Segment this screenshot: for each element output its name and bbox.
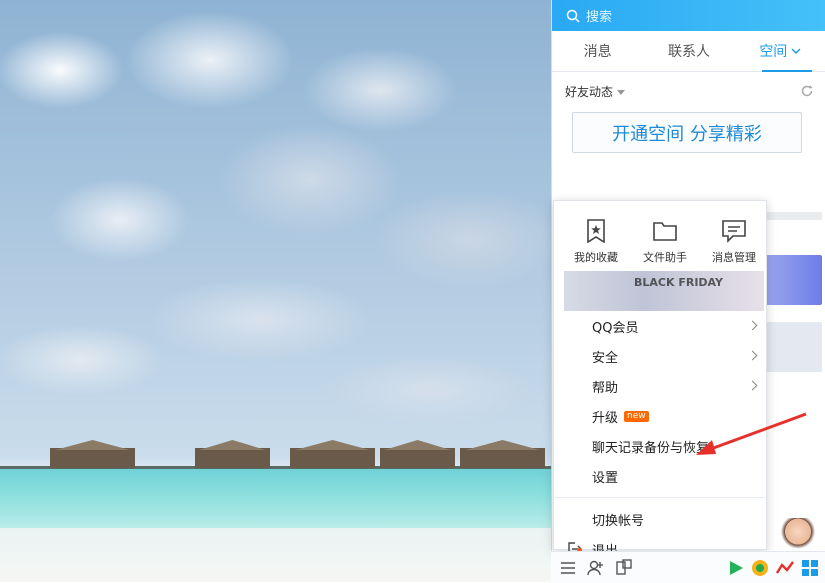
main-menu-popup: 我的收藏 文件助手 消息管理 BLACK FRIDAY QQ会员 安全 帮助 升… <box>553 200 767 559</box>
menu-icon <box>561 561 575 574</box>
bottom-apps <box>727 559 819 577</box>
quick-item-favorites[interactable]: 我的收藏 <box>564 219 628 265</box>
tab-contacts[interactable]: 联系人 <box>643 31 734 71</box>
wallpaper-villa <box>460 448 545 468</box>
feed-blur-image <box>766 255 822 305</box>
chevron-right-icon <box>747 320 758 331</box>
bottom-toolbar <box>551 551 825 583</box>
main-tabs: 消息 联系人 空间 <box>552 31 825 72</box>
menu-item-label: 帮助 <box>592 380 619 396</box>
bookmark-star-icon <box>587 219 605 243</box>
wallpaper-villa <box>290 448 375 468</box>
menu-quick-actions: 我的收藏 文件助手 消息管理 <box>554 201 766 265</box>
wallpaper-villa <box>50 448 135 468</box>
menu-divider <box>554 497 766 498</box>
tab-messages[interactable]: 消息 <box>552 31 643 71</box>
quick-item-label: 我的收藏 <box>574 251 618 264</box>
chevron-right-icon <box>747 350 758 361</box>
quick-item-label: 消息管理 <box>712 251 756 264</box>
tab-space[interactable]: 空间 <box>735 31 825 71</box>
search-icon <box>566 9 580 23</box>
wallpaper-beach <box>0 528 551 582</box>
quick-item-message-manage[interactable]: 消息管理 <box>702 219 766 265</box>
new-badge: new <box>624 410 649 422</box>
search-input[interactable]: 搜索 <box>586 6 612 25</box>
desktop-wallpaper <box>0 0 551 582</box>
menu-item-label: 升级 <box>592 410 619 426</box>
message-manage-icon <box>722 220 746 243</box>
banner-text: BLACK FRIDAY <box>634 276 723 289</box>
menu-item-label: 设置 <box>592 470 619 486</box>
menu-item-qq-vip[interactable]: QQ会员 <box>554 311 766 341</box>
menu-ad-banner[interactable]: BLACK FRIDAY <box>564 271 764 311</box>
quick-item-file-assistant[interactable]: 文件助手 <box>633 219 697 265</box>
feed-blur-image <box>766 322 822 372</box>
add-contact-button[interactable] <box>585 557 607 579</box>
active-tab-underline <box>762 70 812 72</box>
menu-item-help[interactable]: 帮助 <box>554 371 766 401</box>
open-space-button[interactable]: 开通空间 分享精彩 <box>572 112 802 153</box>
menu-item-label: 安全 <box>592 350 619 366</box>
main-menu-button[interactable] <box>557 557 579 579</box>
search-bar[interactable]: 搜索 <box>552 0 825 31</box>
wallpaper-sea <box>0 468 551 528</box>
annotation-arrow-icon <box>696 412 807 455</box>
wallpaper-villa <box>380 448 455 468</box>
app-manager-button[interactable] <box>613 557 635 579</box>
caret-down-icon <box>617 89 626 95</box>
quick-item-label: 文件助手 <box>643 251 687 264</box>
video-play-icon[interactable] <box>727 559 745 577</box>
game-icon[interactable] <box>751 559 769 577</box>
menu-item-security[interactable]: 安全 <box>554 341 766 371</box>
feed-blur-content <box>766 212 822 220</box>
wallpaper-villa <box>195 448 270 468</box>
chart-app-icon[interactable] <box>775 559 795 577</box>
app-manager-icon <box>616 558 632 575</box>
tab-space-label: 空间 <box>759 44 788 60</box>
app-grid-icon[interactable] <box>801 559 819 577</box>
add-contact-icon <box>587 560 603 575</box>
feed-filter-label: 好友动态 <box>565 84 614 99</box>
folder-icon <box>653 222 677 241</box>
menu-item-settings[interactable]: 设置 <box>554 461 766 491</box>
feed-filter-dropdown[interactable]: 好友动态 <box>565 83 626 100</box>
menu-item-switch-account[interactable]: 切换帐号 <box>554 504 766 534</box>
menu-item-label: 切换帐号 <box>592 513 645 529</box>
avatar <box>778 518 818 552</box>
menu-item-label: QQ会员 <box>592 320 639 336</box>
feed-header: 好友动态 <box>552 72 825 100</box>
refresh-icon[interactable] <box>800 84 814 98</box>
chevron-down-icon <box>791 48 801 54</box>
chevron-right-icon <box>747 380 758 391</box>
